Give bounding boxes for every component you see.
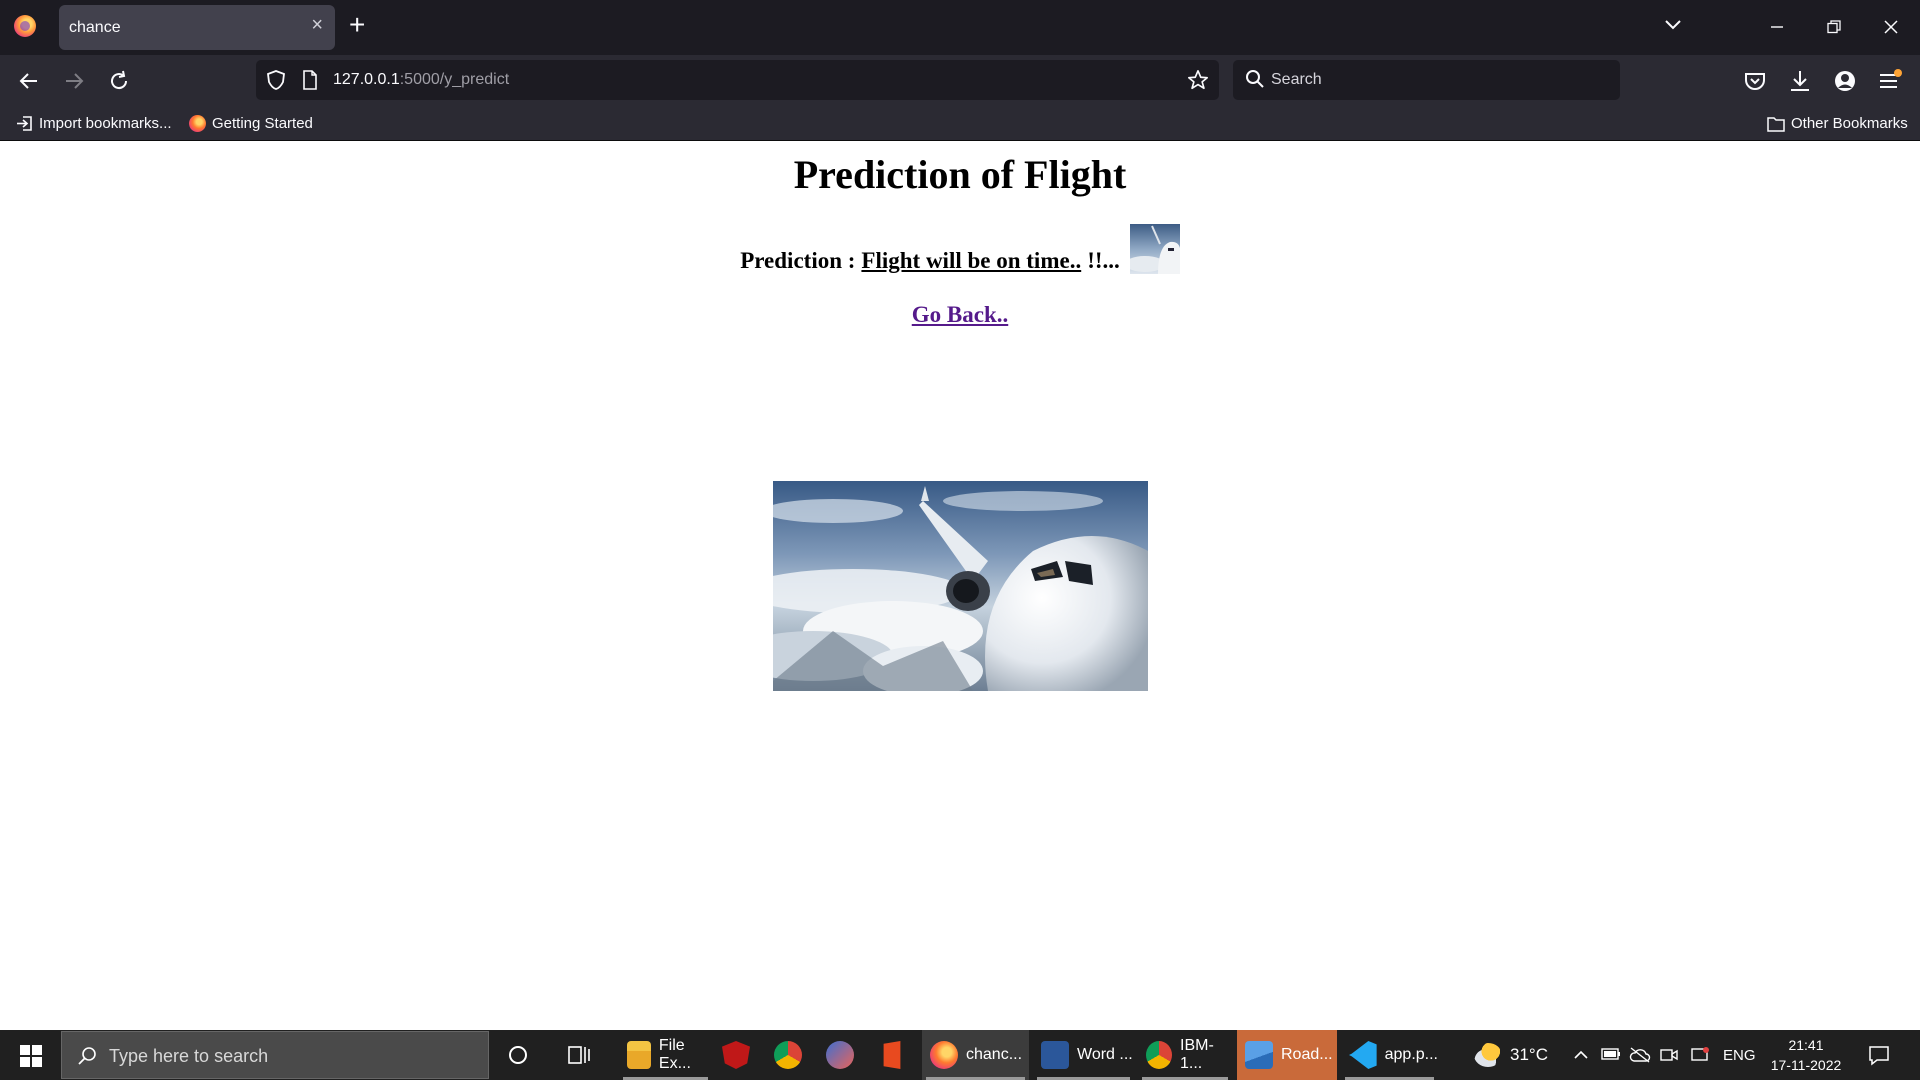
meet-now-icon[interactable] bbox=[1660, 1047, 1678, 1063]
pocket-icon[interactable] bbox=[1742, 68, 1768, 94]
url-host: 127.0.0.1 bbox=[333, 71, 400, 88]
taskbar-vscode[interactable]: app.p... bbox=[1341, 1030, 1438, 1080]
bookmarks-toolbar: Import bookmarks... Getting Started Othe… bbox=[0, 107, 1920, 141]
input-language[interactable]: ENG bbox=[1723, 1030, 1756, 1080]
search-icon bbox=[1246, 70, 1264, 88]
tab-chance[interactable]: chance × bbox=[59, 5, 335, 50]
onedrive-offline-icon[interactable] bbox=[1629, 1047, 1651, 1063]
firefox-menu-icon[interactable] bbox=[14, 15, 36, 37]
app-menu-icon[interactable] bbox=[1877, 68, 1903, 94]
forward-icon[interactable] bbox=[63, 70, 85, 92]
search-placeholder: Search bbox=[1271, 71, 1322, 88]
page-info-icon[interactable] bbox=[302, 70, 318, 90]
photos-icon bbox=[1245, 1041, 1273, 1069]
weather-temp: 31°C bbox=[1510, 1045, 1548, 1064]
taskbar-app-label: chanc... bbox=[966, 1046, 1023, 1063]
other-bookmarks[interactable]: Other Bookmarks bbox=[1767, 115, 1908, 132]
show-hidden-icons-icon[interactable] bbox=[1574, 1048, 1588, 1062]
taskbar-app-label: IBM-1... bbox=[1180, 1037, 1214, 1072]
page-title: Prediction of Flight bbox=[793, 152, 1127, 197]
task-view-icon[interactable] bbox=[568, 1044, 590, 1066]
mcafee-icon bbox=[722, 1041, 750, 1069]
file-explorer-icon bbox=[627, 1041, 651, 1069]
taskbar-office[interactable] bbox=[870, 1030, 918, 1080]
bookmark-label: Import bookmarks... bbox=[39, 115, 172, 132]
taskbar-file-explorer[interactable]: File Ex... bbox=[619, 1030, 712, 1080]
url-bar[interactable]: 127.0.0.1:5000/y_predict bbox=[256, 60, 1219, 100]
prediction-suffix: !!... bbox=[1087, 248, 1120, 273]
minimize-icon[interactable] bbox=[1770, 20, 1784, 34]
firefox-icon bbox=[930, 1041, 958, 1069]
url-path: :5000/y_predict bbox=[399, 71, 510, 88]
windows-start-icon[interactable] bbox=[20, 1045, 42, 1067]
taskbar-firefox[interactable]: chanc... bbox=[922, 1030, 1029, 1080]
snipping-tool-icon bbox=[826, 1041, 854, 1069]
taskbar-chrome[interactable] bbox=[766, 1030, 814, 1080]
taskbar-search-input[interactable]: Type here to search bbox=[61, 1031, 489, 1079]
chrome-icon bbox=[774, 1041, 802, 1069]
taskbar-app-label: app.p... bbox=[1384, 1046, 1438, 1063]
account-icon[interactable] bbox=[1832, 68, 1858, 94]
taskbar-photos[interactable]: Road... bbox=[1237, 1030, 1337, 1080]
other-bookmarks-label: Other Bookmarks bbox=[1791, 115, 1908, 132]
nav-toolbar: 127.0.0.1:5000/y_predict Search bbox=[0, 55, 1920, 107]
new-tab-button[interactable]: + bbox=[349, 9, 365, 41]
tab-title: chance bbox=[69, 19, 121, 36]
clock-time: 21:41 bbox=[1788, 1037, 1824, 1053]
folder-icon bbox=[1767, 116, 1785, 132]
import-icon bbox=[17, 116, 32, 131]
firefox-icon bbox=[189, 115, 206, 132]
tab-close-icon[interactable]: × bbox=[311, 14, 323, 37]
url-text[interactable]: 127.0.0.1:5000/y_predict bbox=[333, 71, 509, 89]
prediction-line: Prediction : Flight will be on time.. !!… bbox=[0, 224, 1920, 274]
cortana-icon[interactable] bbox=[508, 1045, 528, 1065]
search-bar[interactable]: Search bbox=[1233, 60, 1620, 100]
airplane-thumbnail-image bbox=[1129, 224, 1180, 274]
notifications-icon[interactable] bbox=[1868, 1044, 1890, 1066]
bookmark-getting-started[interactable]: Getting Started bbox=[189, 115, 313, 132]
clock-date: 17-11-2022 bbox=[1770, 1057, 1842, 1073]
vscode-icon bbox=[1349, 1041, 1377, 1069]
weather-icon bbox=[1474, 1043, 1502, 1067]
go-back-link[interactable]: Go Back.. bbox=[0, 302, 1920, 328]
prediction-result: Flight will be on time.. bbox=[861, 248, 1082, 273]
windows-taskbar: Type here to search File Ex... chanc... … bbox=[0, 1030, 1920, 1080]
reload-icon[interactable] bbox=[108, 70, 130, 92]
taskbar-snipping-tool[interactable] bbox=[818, 1030, 866, 1080]
page-content: Prediction of Flight Prediction : Flight… bbox=[0, 141, 1920, 1030]
taskbar-app-label: Word ... bbox=[1077, 1046, 1133, 1063]
list-all-tabs-icon[interactable] bbox=[1664, 15, 1682, 33]
airplane-image bbox=[773, 481, 1148, 691]
downloads-icon[interactable] bbox=[1787, 68, 1813, 94]
bookmark-star-icon[interactable] bbox=[1187, 69, 1209, 91]
weather-widget[interactable]: 31°C bbox=[1474, 1030, 1548, 1080]
network-icon[interactable] bbox=[1690, 1046, 1710, 1064]
tab-bar: chance × + bbox=[0, 0, 1920, 55]
taskbar-word[interactable]: Word ... bbox=[1033, 1030, 1134, 1080]
prediction-label: Prediction : bbox=[740, 248, 856, 273]
chrome-icon bbox=[1146, 1041, 1172, 1069]
back-icon[interactable] bbox=[18, 70, 40, 92]
taskbar-app-label: Road... bbox=[1281, 1046, 1333, 1063]
office-icon bbox=[883, 1041, 901, 1069]
taskbar-app-label: File Ex... bbox=[658, 1037, 691, 1072]
taskbar-mcafee[interactable] bbox=[714, 1030, 762, 1080]
close-window-icon[interactable] bbox=[1884, 20, 1898, 34]
tracking-protection-icon[interactable] bbox=[266, 69, 286, 91]
battery-icon[interactable] bbox=[1601, 1047, 1621, 1061]
search-icon bbox=[78, 1047, 96, 1065]
taskbar-chrome-ibm[interactable]: IBM-1... bbox=[1138, 1030, 1232, 1080]
restore-icon[interactable] bbox=[1827, 20, 1841, 34]
taskbar-search-placeholder: Type here to search bbox=[109, 1046, 269, 1066]
bookmark-label: Getting Started bbox=[212, 115, 313, 132]
word-icon bbox=[1041, 1041, 1069, 1069]
system-clock[interactable]: 21:41 17-11-2022 bbox=[1766, 1035, 1846, 1075]
bookmark-import[interactable]: Import bookmarks... bbox=[16, 115, 172, 132]
